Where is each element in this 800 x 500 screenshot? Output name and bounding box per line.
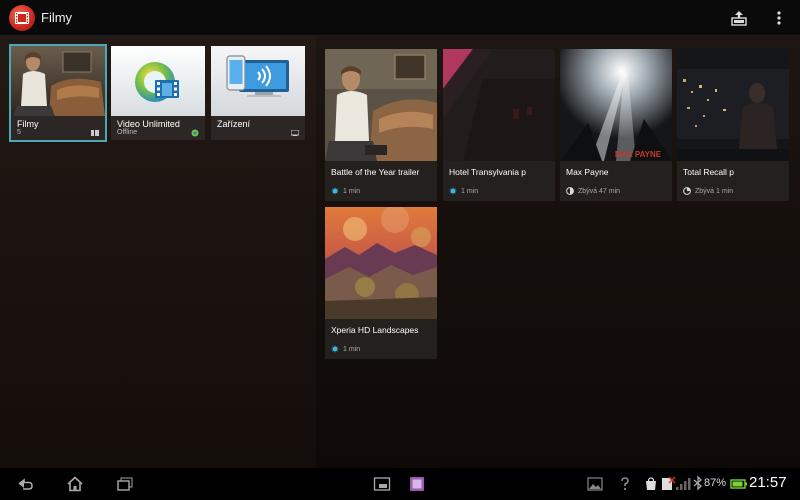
clock: 21:57: [749, 474, 787, 491]
movie-tile[interactable]: Total Recall p Zbývá 1 min: [677, 49, 789, 201]
battery-icon: [729, 475, 749, 493]
action-bar: Filmy: [0, 0, 800, 36]
movie-meta: 1 min: [331, 345, 360, 353]
library-badge-icon: [91, 130, 99, 136]
movie-thumbnail: [443, 49, 555, 161]
movie-tile[interactable]: Battle of the Year trailer 1 min: [325, 49, 437, 201]
home-icon[interactable]: [65, 475, 85, 493]
video-unlimited-logo: [111, 46, 205, 116]
sources-pane: Filmy 5 Video Unlimited Offline Zařízení: [0, 36, 316, 468]
movie-title: Xperia HD Landscapes: [331, 325, 419, 335]
new-star-icon: [449, 187, 457, 195]
movie-thumbnail: [325, 49, 437, 161]
source-count: 5: [17, 129, 21, 136]
movie-remaining: Zbývá 1 min: [695, 187, 734, 195]
small-app-window-icon[interactable]: [372, 475, 392, 493]
source-label-bar: Zařízení: [211, 116, 305, 140]
movie-info: Max Payne Zbývá 47 min: [560, 161, 672, 201]
new-star-icon: [331, 345, 339, 353]
movie-meta: Zbývá 1 min: [683, 187, 733, 195]
source-label-bar: Video Unlimited Offline: [111, 116, 205, 140]
movie-meta: Zbývá 47 min: [566, 187, 620, 195]
help-icon: [615, 475, 635, 493]
new-star-icon: [331, 187, 339, 195]
movie-meta: 1 min: [449, 187, 478, 195]
small-app-launcher-icon[interactable]: [407, 475, 427, 493]
source-label: Video Unlimited: [117, 119, 180, 129]
movie-info: Hotel Transylvania p 1 min: [443, 161, 555, 201]
source-status: Offline: [117, 129, 138, 136]
movie-tile[interactable]: Xperia HD Landscapes 1 min: [325, 207, 437, 359]
back-icon[interactable]: [15, 475, 35, 493]
movie-title: Hotel Transylvania p: [449, 167, 527, 177]
progress-pie-icon: [683, 187, 691, 195]
recent-apps-icon[interactable]: [115, 475, 135, 493]
source-tile-video-unlimited[interactable]: Video Unlimited Offline: [111, 46, 205, 140]
source-tile-zarizeni[interactable]: Zařízení: [211, 46, 305, 140]
movie-title: Battle of the Year trailer: [331, 167, 420, 177]
movie-meta: 1 min: [331, 187, 360, 195]
devices-badge-icon: [291, 130, 299, 136]
system-bar: 87% 21:57: [0, 468, 800, 500]
movie-thumbnail: [677, 49, 789, 161]
content-area: Filmy 5 Video Unlimited Offline Zařízení…: [0, 36, 800, 468]
poster-title: MAX PAYNE: [615, 150, 662, 159]
movie-title: Max Payne: [566, 167, 609, 177]
battery-percent: 87%: [704, 477, 727, 489]
overflow-menu-icon[interactable]: [770, 9, 788, 27]
progress-pie-icon: [566, 187, 574, 195]
movie-title: Total Recall p: [683, 167, 735, 177]
movie-thumbnail: MAX PAYNE: [560, 49, 672, 161]
movie-info: Xperia HD Landscapes 1 min: [325, 319, 437, 359]
movie-tile[interactable]: Hotel Transylvania p 1 min: [443, 49, 555, 201]
source-label: Filmy: [17, 119, 39, 129]
source-tile-filmy[interactable]: Filmy 5: [9, 44, 107, 142]
movie-tile[interactable]: MAX PAYNE Max Payne Zbývá 47 min: [560, 49, 672, 201]
source-label: Zařízení: [217, 119, 251, 129]
gallery-notification-icon: [585, 475, 605, 493]
devices-thumbnail: [211, 46, 305, 116]
movie-duration: 1 min: [461, 187, 479, 195]
film-reel-icon[interactable]: [9, 5, 35, 31]
movie-duration: 1 min: [343, 345, 361, 353]
movie-info: Total Recall p Zbývá 1 min: [677, 161, 789, 201]
movie-info: Battle of the Year trailer 1 min: [325, 161, 437, 201]
share-upload-icon[interactable]: [730, 9, 748, 27]
app-title: Filmy: [41, 10, 73, 25]
movie-remaining: Zbývá 47 min: [578, 187, 621, 195]
video-unlimited-badge-icon: [191, 129, 199, 137]
source-label-bar: Filmy 5: [11, 116, 105, 140]
movie-thumbnail: [325, 207, 437, 319]
movie-duration: 1 min: [343, 187, 361, 195]
movies-grid: Battle of the Year trailer 1 min Hotel T…: [316, 36, 800, 468]
filmy-thumbnail: [11, 46, 105, 116]
